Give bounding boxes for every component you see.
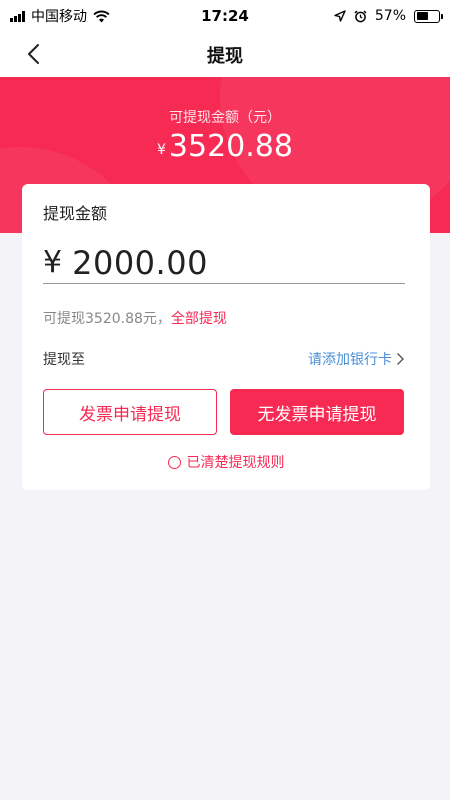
battery-level bbox=[416, 12, 429, 20]
available-hint-text: 可提现3520.88元， bbox=[43, 311, 171, 327]
battery-icon bbox=[414, 9, 443, 23]
navigation-bar: 提现 bbox=[0, 32, 450, 77]
chevron-right-icon bbox=[397, 353, 404, 365]
invoice-withdraw-button[interactable]: 发票申请提现 bbox=[43, 389, 217, 435]
available-hint: 可提现3520.88元， 全部提现 bbox=[43, 308, 227, 328]
currency-symbol: ¥ bbox=[157, 142, 166, 158]
amount-input[interactable]: ¥ 2000.00 bbox=[43, 242, 405, 284]
withdraw-to-row: 提现至 请添加银行卡 bbox=[43, 348, 405, 370]
status-right: 57% bbox=[334, 0, 443, 32]
available-balance-label: 可提现金额（元） bbox=[169, 110, 281, 126]
battery-percent: 57% bbox=[374, 8, 406, 24]
add-bank-card-label: 请添加银行卡 bbox=[308, 352, 392, 368]
available-balance-amount: 3520.88 bbox=[168, 129, 293, 164]
withdraw-to-label: 提现至 bbox=[43, 352, 85, 368]
rules-agreement[interactable]: 已清楚提现规则 bbox=[22, 452, 430, 472]
available-balance: ¥3520.88 bbox=[0, 129, 450, 164]
withdraw-all-link[interactable]: 全部提现 bbox=[171, 308, 227, 328]
amount-currency-symbol: ¥ bbox=[43, 245, 63, 280]
back-button[interactable] bbox=[20, 40, 48, 68]
chevron-left-icon bbox=[28, 44, 39, 64]
rules-agreement-label: 已清楚提现规则 bbox=[186, 455, 285, 471]
page-title: 提现 bbox=[207, 45, 243, 67]
alarm-icon bbox=[354, 9, 367, 22]
amount-value[interactable]: 2000.00 bbox=[72, 244, 208, 282]
location-arrow-icon bbox=[334, 10, 346, 22]
status-bar: 中国移动 17:24 57% bbox=[0, 0, 450, 32]
withdraw-card: 提现金额 ¥ 2000.00 可提现3520.88元， 全部提现 提现至 请添加… bbox=[22, 184, 430, 490]
withdraw-amount-title: 提现金额 bbox=[43, 204, 108, 223]
add-bank-card-link[interactable]: 请添加银行卡 bbox=[308, 349, 405, 369]
radio-unchecked-icon[interactable] bbox=[167, 455, 181, 469]
no-invoice-withdraw-button[interactable]: 无发票申请提现 bbox=[230, 389, 404, 435]
